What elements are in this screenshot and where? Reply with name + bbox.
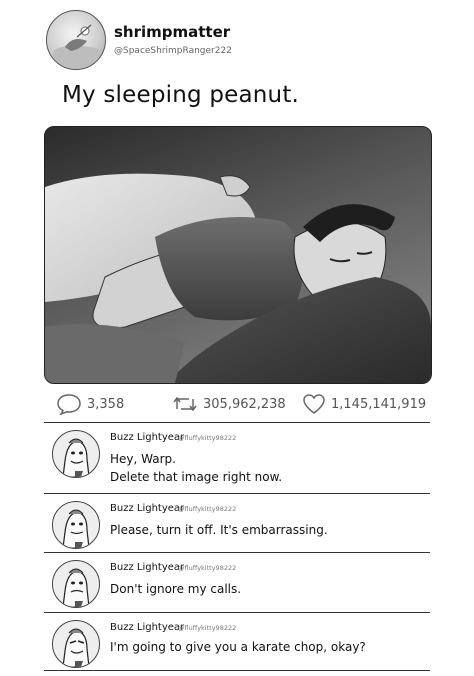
reply-author-handle[interactable]: @fluffykitty98222 <box>178 564 236 572</box>
reply-count-button[interactable]: 3,358 <box>56 392 124 416</box>
divider <box>44 493 430 494</box>
reply-author-handle[interactable]: @fluffykitty98222 <box>178 624 236 632</box>
reply-author-name[interactable]: Buzz Lightyear <box>110 432 184 443</box>
reply-text-line: Hey, Warp. <box>110 452 176 466</box>
reply-text-line: Don't ignore my calls. <box>110 582 242 596</box>
buzz-lightyear-avatar-icon <box>62 628 90 667</box>
reply-author-name[interactable]: Buzz Lightyear <box>110 503 184 514</box>
reply-text-line: Please, turn it off. It's embarrassing. <box>110 523 328 537</box>
reply-avatar[interactable] <box>52 560 100 608</box>
reply-item[interactable]: Buzz Lightyear @fluffykitty98222 I'm goi… <box>44 618 430 676</box>
reply-item[interactable]: Buzz Lightyear @fluffykitty98222 Hey, Wa… <box>44 428 430 486</box>
retweet-icon <box>173 396 197 412</box>
user-handle[interactable]: @SpaceShrimpRanger222 <box>114 46 232 56</box>
divider <box>44 612 430 613</box>
buzz-lightyear-avatar-icon <box>62 438 90 477</box>
engagement-stats: 3,358 305,962,238 1,145,141,919 <box>56 392 436 416</box>
buzz-lightyear-avatar-icon <box>62 568 90 607</box>
like-count: 1,145,141,919 <box>331 396 427 412</box>
speech-bubble-icon <box>57 394 81 415</box>
buzz-lightyear-avatar-icon <box>62 509 90 548</box>
username[interactable]: shrimpmatter <box>114 23 230 41</box>
post-image[interactable] <box>44 126 432 384</box>
divider <box>44 422 430 423</box>
divider <box>44 552 430 553</box>
reply-count: 3,358 <box>87 396 125 412</box>
shrimp-avatar-icon <box>53 24 99 69</box>
avatar[interactable] <box>46 10 106 70</box>
reply-author-name[interactable]: Buzz Lightyear <box>110 562 184 573</box>
retweet-count-button[interactable]: 305,962,238 <box>172 392 286 416</box>
heart-icon <box>303 394 325 414</box>
divider <box>44 670 430 671</box>
reply-author-handle[interactable]: @fluffykitty98222 <box>178 434 236 442</box>
reply-author-name[interactable]: Buzz Lightyear <box>110 622 184 633</box>
reply-text-line: I'm going to give you a karate chop, oka… <box>110 640 366 654</box>
sleeping-man-illustration <box>45 173 431 383</box>
reply-avatar[interactable] <box>52 501 100 549</box>
reply-item[interactable]: Buzz Lightyear @fluffykitty98222 Please,… <box>44 499 430 557</box>
reply-item[interactable]: Buzz Lightyear @fluffykitty98222 Don't i… <box>44 558 430 616</box>
reply-avatar[interactable] <box>52 620 100 668</box>
post-text: My sleeping peanut. <box>62 82 300 108</box>
like-count-button[interactable]: 1,145,141,919 <box>302 392 426 416</box>
reply-avatar[interactable] <box>52 430 100 478</box>
retweet-count: 305,962,238 <box>203 396 286 412</box>
reply-text-line: Delete that image right now. <box>110 470 283 484</box>
reply-author-handle[interactable]: @fluffykitty98222 <box>178 505 236 513</box>
post-header: shrimpmatter @SpaceShrimpRanger222 <box>46 10 446 70</box>
